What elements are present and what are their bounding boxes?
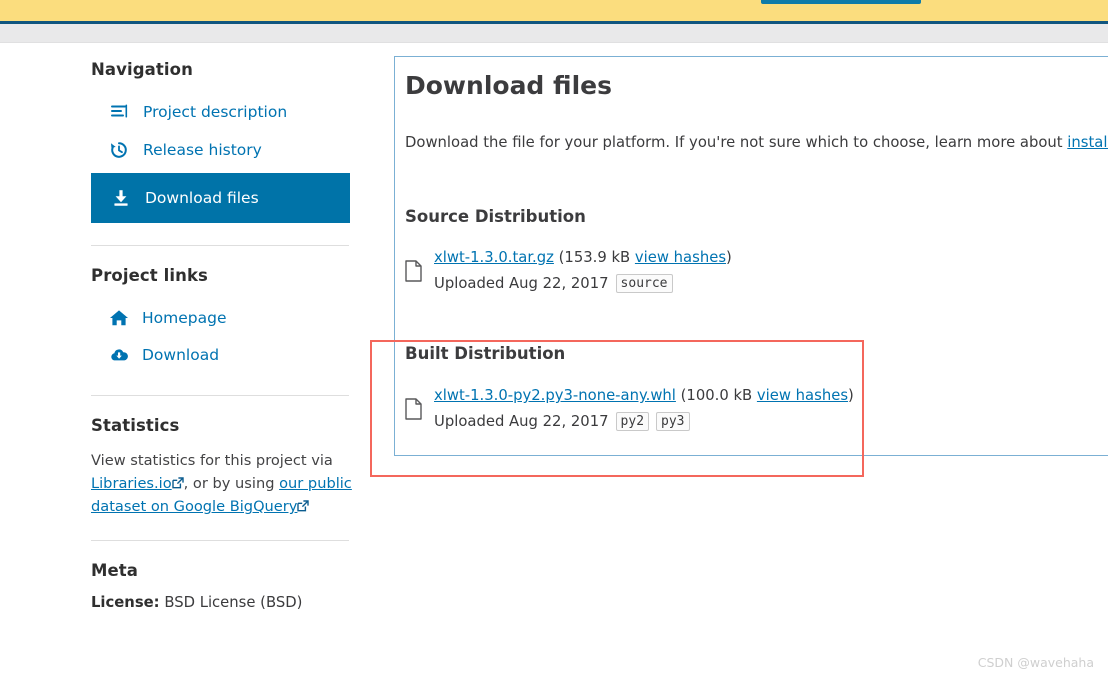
partial-blue-button[interactable] xyxy=(761,0,921,4)
page-root: Navigation Project description Release h… xyxy=(0,0,1108,679)
libraries-io-link[interactable]: Libraries.io xyxy=(91,475,172,492)
sidebar-divider-1 xyxy=(91,245,349,246)
meta-license: License: BSD License (BSD) xyxy=(91,594,350,611)
statistics-text-part2: , or by using xyxy=(183,475,280,492)
meta-license-value: BSD License (BSD) xyxy=(159,594,303,611)
file-size-close: ) xyxy=(848,387,854,404)
breadcrumb-band-edge xyxy=(0,42,1108,43)
statistics-heading: Statistics xyxy=(91,416,180,435)
statistics-text-part1: View statistics for this project via xyxy=(91,452,333,469)
history-clock-icon xyxy=(109,140,129,160)
project-link-label: Download xyxy=(142,345,220,364)
file-line-primary: xlwt-1.3.0-py2.py3-none-any.whl (100.0 k… xyxy=(434,387,854,404)
file-name-link[interactable]: xlwt-1.3.0.tar.gz xyxy=(434,249,554,266)
sidebar-item-release-history[interactable]: Release history xyxy=(91,131,350,169)
navigation-list: Project description Release history Down… xyxy=(91,93,350,223)
built-distribution-heading: Built Distribution xyxy=(405,344,566,363)
sidebar-item-download-files[interactable]: Download files xyxy=(91,173,350,223)
sidebar-divider-3 xyxy=(91,540,349,541)
view-hashes-link[interactable]: view hashes xyxy=(757,387,848,404)
page-title: Download files xyxy=(405,71,612,100)
file-line-secondary: Uploaded Aug 22, 2017 source xyxy=(434,274,732,293)
file-size: 100.0 kB xyxy=(686,387,757,404)
breadcrumb-band xyxy=(0,24,1108,42)
file-uploaded-date: Uploaded Aug 22, 2017 xyxy=(434,413,609,430)
file-uploaded-date: Uploaded Aug 22, 2017 xyxy=(434,275,609,292)
meta-license-label: License: xyxy=(91,594,160,611)
file-tag: py2 xyxy=(615,412,650,431)
external-link-icon xyxy=(171,473,184,489)
file-size: 153.9 kB xyxy=(564,249,635,266)
meta-heading: Meta xyxy=(91,561,139,580)
list-lines-icon xyxy=(109,102,129,122)
download-description-text: Download the file for your platform. If … xyxy=(405,134,1068,151)
file-tag: source xyxy=(615,274,673,293)
file-row: xlwt-1.3.0-py2.py3-none-any.whl (100.0 k… xyxy=(405,387,854,431)
project-link-homepage[interactable]: Homepage xyxy=(91,299,350,336)
file-info: xlwt-1.3.0-py2.py3-none-any.whl (100.0 k… xyxy=(434,387,854,431)
watermark: CSDN @wavehaha xyxy=(977,655,1094,670)
notification-bar xyxy=(0,0,1108,21)
sidebar: Navigation Project description Release h… xyxy=(91,60,353,611)
sidebar-item-label: Project description xyxy=(143,103,288,121)
source-distribution-heading: Source Distribution xyxy=(405,207,586,226)
file-row: xlwt-1.3.0.tar.gz (153.9 kB view hashes)… xyxy=(405,249,732,293)
project-links-heading: Project links xyxy=(91,266,208,285)
file-size-close: ) xyxy=(726,249,732,266)
download-files-card: Download files Download the file for you… xyxy=(394,56,1108,456)
home-icon xyxy=(109,308,129,328)
cloud-download-icon xyxy=(109,345,129,365)
project-link-download[interactable]: Download xyxy=(91,336,350,373)
view-hashes-link[interactable]: view hashes xyxy=(635,249,726,266)
sidebar-divider-2 xyxy=(91,395,349,396)
project-links-list: Homepage Download xyxy=(91,299,350,373)
statistics-text: View statistics for this project via Lib… xyxy=(91,449,353,518)
project-link-label: Homepage xyxy=(142,308,227,327)
file-line-primary: xlwt-1.3.0.tar.gz (153.9 kB view hashes) xyxy=(434,249,732,266)
sidebar-item-label: Download files xyxy=(145,189,259,207)
file-info: xlwt-1.3.0.tar.gz (153.9 kB view hashes)… xyxy=(434,249,732,293)
download-description: Download the file for your platform. If … xyxy=(405,134,1108,151)
file-name-link[interactable]: xlwt-1.3.0-py2.py3-none-any.whl xyxy=(434,387,676,404)
document-icon xyxy=(405,260,422,282)
download-tray-icon xyxy=(111,188,131,208)
file-size-open: ( xyxy=(675,387,687,404)
file-tag: py3 xyxy=(656,412,690,431)
external-link-icon xyxy=(297,496,310,512)
document-icon xyxy=(405,398,422,420)
sidebar-item-label: Release history xyxy=(143,141,262,159)
sidebar-item-project-description[interactable]: Project description xyxy=(91,93,350,131)
file-line-secondary: Uploaded Aug 22, 2017 py2 py3 xyxy=(434,412,854,431)
navigation-heading: Navigation xyxy=(91,60,193,79)
file-size-open: ( xyxy=(553,249,565,266)
installing-packages-link[interactable]: installing packa xyxy=(1067,134,1108,151)
